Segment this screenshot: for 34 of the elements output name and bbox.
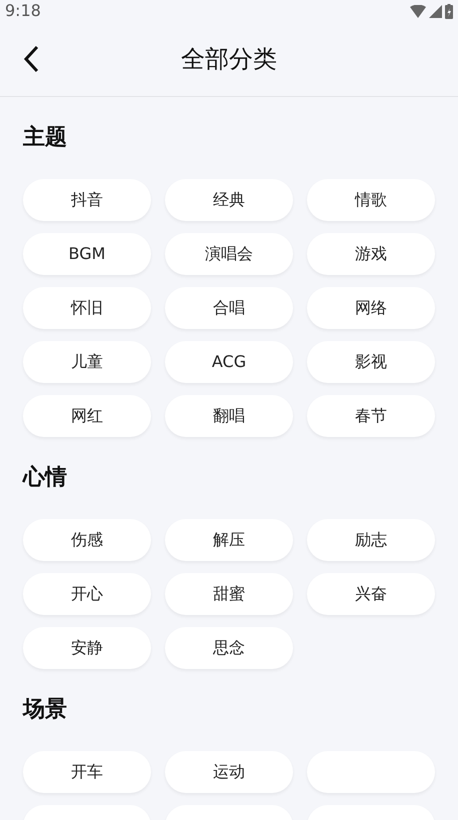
category-tag[interactable]: 演唱会 <box>165 233 293 275</box>
page-title: 全部分类 <box>181 44 277 75</box>
category-tag[interactable]: 安静 <box>23 627 151 669</box>
category-tag[interactable]: 春节 <box>307 395 435 437</box>
category-tag[interactable]: 经典 <box>165 179 293 221</box>
category-tag[interactable]: BGM <box>23 233 151 275</box>
category-tag[interactable]: 甜蜜 <box>165 573 293 615</box>
category-tag[interactable]: 影视 <box>307 341 435 383</box>
category-tag[interactable]: 怀旧 <box>23 287 151 329</box>
category-tag[interactable]: 开车 <box>23 751 151 793</box>
section-title: 场景 <box>23 696 67 724</box>
category-tag[interactable]: 合唱 <box>165 287 293 329</box>
category-tag[interactable]: 抖音 <box>23 179 151 221</box>
category-tag[interactable]: 解压 <box>165 519 293 561</box>
category-tag[interactable]: 网红 <box>23 395 151 437</box>
category-tag[interactable]: 情歌 <box>307 179 435 221</box>
back-icon <box>23 45 39 73</box>
category-tag[interactable]: 翻唱 <box>165 395 293 437</box>
section-title: 主题 <box>23 124 67 152</box>
category-tag[interactable]: 开心 <box>23 573 151 615</box>
category-tag[interactable]: 思念 <box>165 627 293 669</box>
category-tag[interactable]: 伤感 <box>23 519 151 561</box>
category-tag[interactable]: 儿童 <box>23 341 151 383</box>
wifi-icon <box>410 4 426 18</box>
category-tag[interactable]: ACG <box>165 341 293 383</box>
battery-icon <box>445 4 453 18</box>
category-tag[interactable]: 网络 <box>307 287 435 329</box>
section-title: 心情 <box>23 464 67 492</box>
signal-icon <box>429 4 442 18</box>
category-tag[interactable]: 游戏 <box>307 233 435 275</box>
status-time: 9:18 <box>5 0 41 22</box>
category-tag[interactable]: 运动 <box>165 751 293 793</box>
category-tag[interactable]: 励志 <box>307 519 435 561</box>
category-tag[interactable]: 兴奋 <box>307 573 435 615</box>
